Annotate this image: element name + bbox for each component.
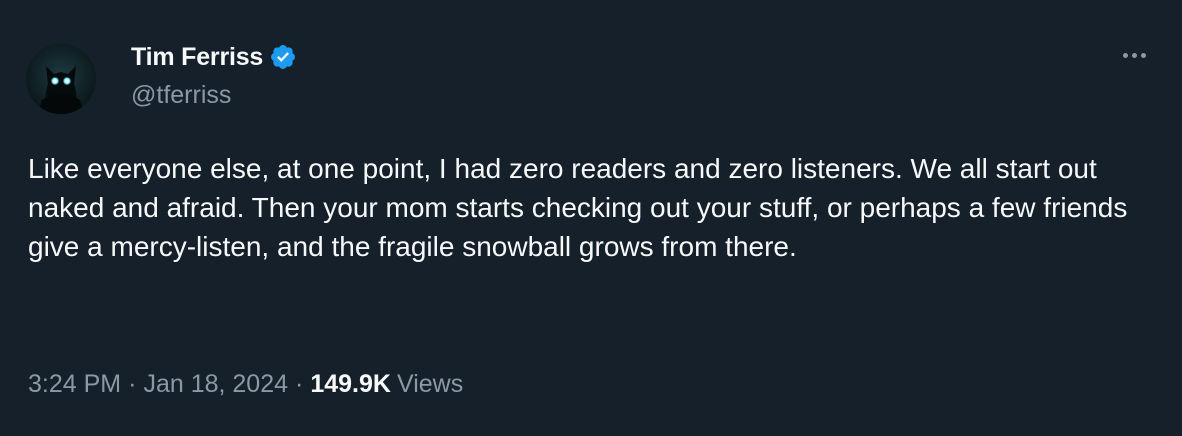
author-display-name[interactable]: Tim Ferriss (131, 43, 263, 72)
tweet-card: Tim Ferriss @tferriss Like everyone else… (0, 0, 1182, 436)
wolf-avatar-image (26, 44, 96, 114)
more-dot (1122, 52, 1128, 58)
views-label: Views (396, 370, 464, 398)
tweet-time[interactable]: 3:24 PM (28, 370, 121, 399)
meta-separator: · (295, 370, 304, 398)
tweet-date[interactable]: Jan 18, 2024 (143, 370, 288, 399)
verified-badge-icon[interactable] (269, 43, 297, 71)
meta-separator: · (128, 370, 137, 398)
tweet-text: Like everyone else, at one point, I had … (28, 153, 1128, 262)
author-handle[interactable]: @tferriss (131, 81, 231, 110)
more-dot (1140, 52, 1146, 58)
more-dot (1131, 52, 1137, 58)
tweet-meta: 3:24 PM · Jan 18, 2024 · 149.9K Views (28, 370, 463, 399)
more-horizontal-icon[interactable] (1114, 40, 1154, 70)
author-name-row: Tim Ferriss (131, 40, 297, 74)
author-avatar[interactable] (26, 44, 96, 114)
views-count: 149.9K (310, 370, 391, 398)
